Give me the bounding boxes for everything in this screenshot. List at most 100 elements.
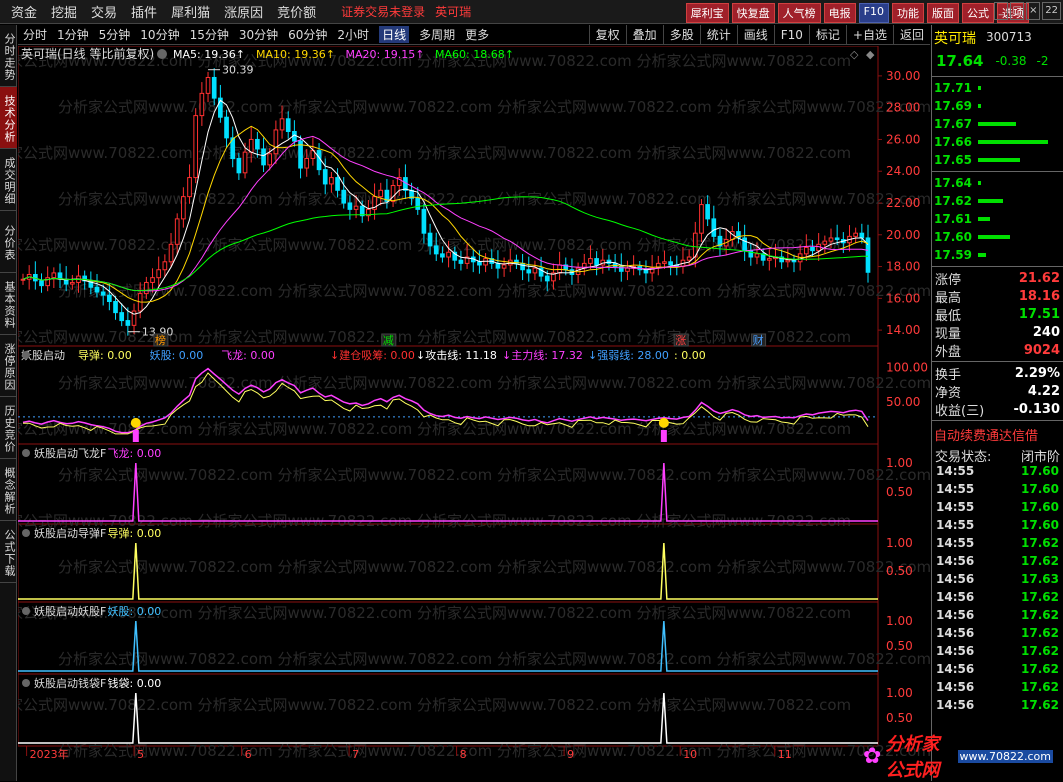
side-tab-4[interactable]: 基本资料 xyxy=(0,273,17,335)
main-chart[interactable]: 分析家公式网www.70822.com 分析家公式网www.70822.com … xyxy=(18,46,930,780)
stock-name: 英可瑞 xyxy=(934,31,976,47)
period-4[interactable]: 15分钟 xyxy=(190,26,229,43)
top-button-5[interactable]: 功能 xyxy=(892,3,924,23)
candle xyxy=(662,261,667,264)
tool-button-6[interactable]: 标记 xyxy=(808,25,846,45)
period-5[interactable]: 30分钟 xyxy=(239,26,278,43)
buy-price: 17.60 xyxy=(934,230,972,244)
minimize-icon[interactable]: _ xyxy=(994,2,1009,20)
tool-button-5[interactable]: F10 xyxy=(773,25,809,45)
period-8[interactable]: 日线 xyxy=(379,26,410,43)
top-button-2[interactable]: 人气榜 xyxy=(777,3,821,23)
candle xyxy=(181,196,186,220)
ind1-item-6: ↓强弱线: 28.00 xyxy=(588,348,669,362)
candle xyxy=(125,320,131,326)
side-tab-0[interactable]: 分时走势 xyxy=(0,25,17,87)
tick-row: 14:56 17.62 xyxy=(932,698,1063,716)
tool-button-1[interactable]: 叠加 xyxy=(625,25,663,45)
side-tab-7[interactable]: 概念解析 xyxy=(0,459,17,521)
stat-value: 240 xyxy=(1032,324,1060,340)
tick-row: 14:55 17.60 xyxy=(932,500,1063,518)
top-menu-item-1[interactable]: 挖掘 xyxy=(51,2,77,21)
buy-volume-bar xyxy=(977,253,986,257)
tool-button-4[interactable]: 画线 xyxy=(736,25,774,45)
tool-button-0[interactable]: 复权 xyxy=(588,25,626,45)
candle xyxy=(742,237,747,252)
side-tab-8[interactable]: 公式下载 xyxy=(0,521,17,583)
sub-panel-dropdown-icon[interactable] xyxy=(22,607,30,615)
period-6[interactable]: 60分钟 xyxy=(288,26,327,43)
buy-price: 17.62 xyxy=(934,194,972,208)
period-2[interactable]: 5分钟 xyxy=(99,26,131,43)
diamond-icon[interactable]: ◇ xyxy=(850,48,859,61)
top-button-3[interactable]: 电报 xyxy=(823,3,856,23)
period-1[interactable]: 1分钟 xyxy=(57,26,89,43)
candle xyxy=(816,243,821,252)
top-menu-item-3[interactable]: 插件 xyxy=(131,2,157,21)
date-label: 9 xyxy=(567,748,574,761)
top-menu-item-2[interactable]: 交易 xyxy=(91,2,117,21)
candle xyxy=(754,253,760,258)
candle xyxy=(199,92,205,117)
top-button-0[interactable]: 犀利宝 xyxy=(685,3,729,23)
title-dropdown-icon[interactable] xyxy=(157,49,167,59)
sub-panel-dropdown-icon[interactable] xyxy=(22,679,30,687)
event-mark-1[interactable]: 减 xyxy=(383,334,394,347)
event-mark-0[interactable]: 榜 xyxy=(155,333,166,347)
candle xyxy=(329,177,334,185)
event-mark-3[interactable]: 财 xyxy=(753,333,764,347)
top-menu-item-4[interactable]: 犀利猫 xyxy=(171,2,210,21)
top-button-7[interactable]: 公式 xyxy=(962,3,994,23)
tick-time: 14:55 xyxy=(936,500,975,514)
event-mark-2[interactable]: 涨 xyxy=(675,334,686,347)
period-10[interactable]: 更多 xyxy=(465,26,489,43)
top-menu-item-0[interactable]: 资金 xyxy=(11,2,37,21)
period-9[interactable]: 多周期 xyxy=(419,26,455,43)
tick-time: 14:56 xyxy=(936,572,975,586)
candle xyxy=(174,218,180,245)
buy-order-1: 17.62 xyxy=(932,192,1063,210)
tick-row: 14:55 17.60 xyxy=(932,482,1063,500)
close-icon[interactable]: × xyxy=(1026,2,1041,20)
sell-order-0: 17.71 xyxy=(932,79,1063,97)
candle xyxy=(421,208,427,234)
buy-price: 17.64 xyxy=(934,176,972,190)
logo-flower-icon: ✿ xyxy=(863,743,882,769)
quote-header: 英可瑞 300713 xyxy=(932,25,1063,48)
buy-volume-bar xyxy=(977,181,981,185)
side-tab-5[interactable]: 涨停原因 xyxy=(0,335,17,397)
sub-panel-dropdown-icon[interactable] xyxy=(22,529,30,537)
sell-volume-bar xyxy=(977,158,1020,162)
top-menu-item-5[interactable]: 涨原因 xyxy=(224,2,263,21)
top-menu-item-6[interactable]: 竞价额 xyxy=(277,2,316,21)
candle xyxy=(520,262,525,271)
tool-button-3[interactable]: 统计 xyxy=(699,25,737,45)
side-tab-2[interactable]: 成交明细 xyxy=(0,149,17,211)
side-tab-3[interactable]: 分价表 xyxy=(0,211,17,273)
tick-time: 14:56 xyxy=(936,698,975,712)
candle xyxy=(150,277,155,283)
login-warning[interactable]: 证券交易未登录 xyxy=(341,3,425,20)
buy-volume-bar xyxy=(977,199,1003,203)
price-axis-label: 24.00 xyxy=(886,164,920,178)
candle xyxy=(477,261,482,266)
tool-button-7[interactable]: +自选 xyxy=(845,25,893,45)
tool-button-8[interactable]: 返回 xyxy=(892,25,930,45)
logo-url: www.70822.com xyxy=(957,749,1053,763)
top-button-1[interactable]: 快复盘 xyxy=(731,3,775,23)
maximize-icon[interactable]: □ xyxy=(1010,2,1025,20)
top-button-4[interactable]: F10 xyxy=(858,3,889,23)
high-price-label: 30.39 xyxy=(222,64,254,77)
sub-panel-value-0: 飞龙: 0.00 xyxy=(108,447,162,460)
side-tab-6[interactable]: 历史竞价 xyxy=(0,397,17,459)
side-tab-1[interactable]: 技术分析 xyxy=(0,87,17,149)
ind1-dropdown-icon[interactable] xyxy=(22,351,30,359)
period-0[interactable]: 分时 xyxy=(23,26,47,43)
tool-button-2[interactable]: 多股 xyxy=(662,25,700,45)
pin-icon[interactable]: ◆ xyxy=(866,48,875,61)
candle xyxy=(532,267,538,274)
sub-panel-dropdown-icon[interactable] xyxy=(22,449,30,457)
period-3[interactable]: 10分钟 xyxy=(140,26,179,43)
top-button-6[interactable]: 版面 xyxy=(927,3,959,23)
period-7[interactable]: 2小时 xyxy=(337,26,369,43)
